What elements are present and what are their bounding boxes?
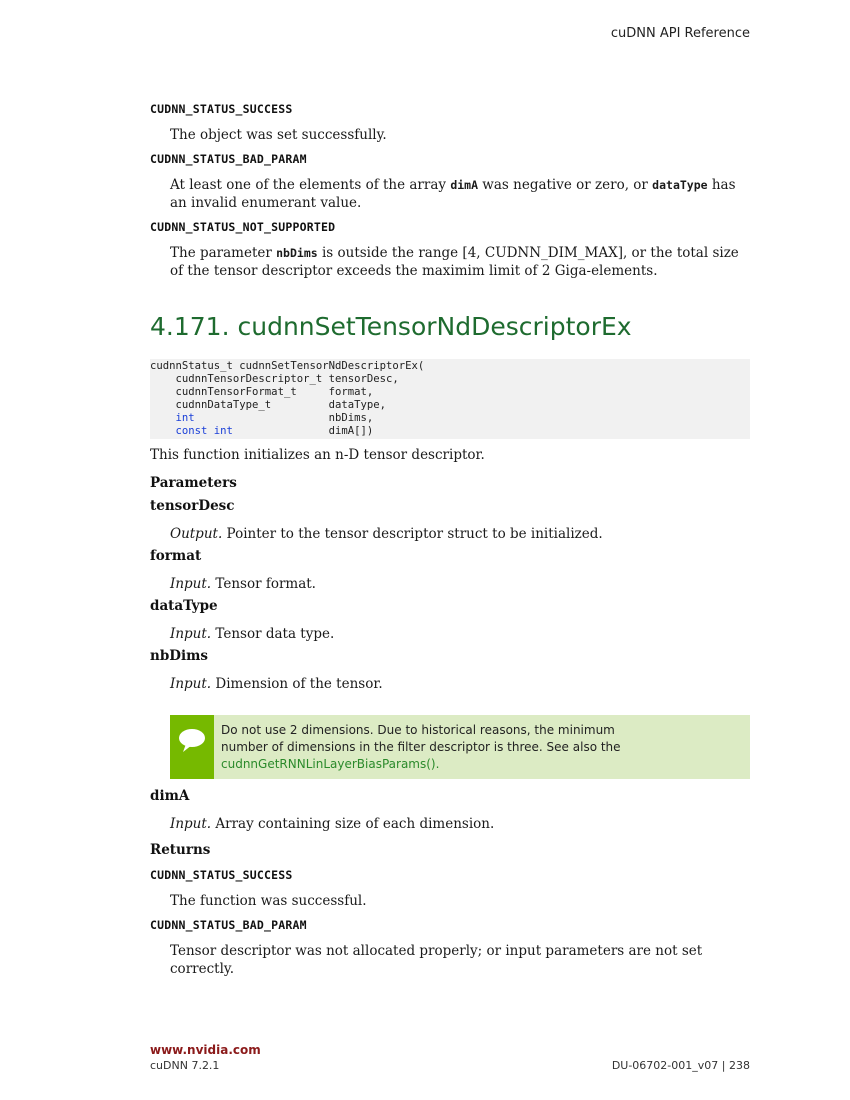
return-code: CUDNN_STATUS_SUCCESS [150, 102, 293, 116]
footer-page-info: DU-06702-001_v07 | 238 [611, 1059, 750, 1072]
param-name: tensorDesc [150, 498, 235, 514]
footer-website[interactable]: www.nvidia.com [150, 1043, 261, 1057]
code-keyword: int [175, 411, 195, 424]
code-keyword: const int [175, 424, 233, 437]
running-header: cuDNN API Reference [610, 26, 750, 41]
return-description: Tensor descriptor was not allocated prop… [170, 943, 703, 977]
doc-id: DU-06702-001_v07 [611, 1059, 719, 1072]
section-heading: 4.171. cudnnSetTensorNdDescriptorEx [150, 312, 632, 341]
param-name: format [150, 548, 202, 564]
return-code: CUDNN_STATUS_BAD_PARAM [150, 918, 307, 932]
note-text: Do not use 2 dimensions. Due to historic… [221, 723, 621, 771]
code-signature: cudnnStatus_t cudnnSetTensorNdDescriptor… [150, 360, 425, 372]
param-name: nbDims [150, 648, 208, 664]
inline-code: dimA [450, 178, 479, 192]
param-description: Input. Tensor format. [170, 576, 316, 592]
return-code: CUDNN_STATUS_SUCCESS [150, 868, 293, 882]
speech-bubble-icon [179, 729, 205, 752]
inline-code: dataType [652, 178, 708, 192]
param-description: Input. Tensor data type. [170, 626, 335, 642]
param-name: dimA [150, 788, 190, 804]
code-block: cudnnStatus_t cudnnSetTensorNdDescriptor… [150, 359, 750, 439]
function-description: This function initializes an n-D tensor … [150, 447, 485, 463]
footer-product: cuDNN 7.2.1 [150, 1059, 220, 1072]
return-description: The object was set successfully. [170, 127, 387, 143]
note-icon-container [170, 715, 214, 779]
param-description: Input. Dimension of the tensor. [170, 676, 383, 692]
note-box: Do not use 2 dimensions. Due to historic… [170, 715, 750, 779]
return-description: The parameter nbDims is outside the rang… [170, 245, 739, 279]
returns-heading: Returns [150, 842, 211, 858]
return-code: CUDNN_STATUS_NOT_SUPPORTED [150, 220, 336, 234]
return-code: CUDNN_STATUS_BAD_PARAM [150, 152, 307, 166]
parameters-heading: Parameters [150, 475, 237, 491]
param-description: Output. Pointer to the tensor descriptor… [170, 526, 603, 542]
return-description: At least one of the elements of the arra… [170, 177, 736, 211]
note-link[interactable]: cudnnGetRNNLinLayerBiasParams() [221, 757, 436, 771]
inline-code: nbDims [276, 246, 318, 260]
return-description: The function was successful. [170, 893, 367, 909]
param-description: Input. Array containing size of each dim… [170, 816, 495, 832]
param-name: dataType [150, 598, 218, 614]
page-number: 238 [729, 1059, 750, 1072]
